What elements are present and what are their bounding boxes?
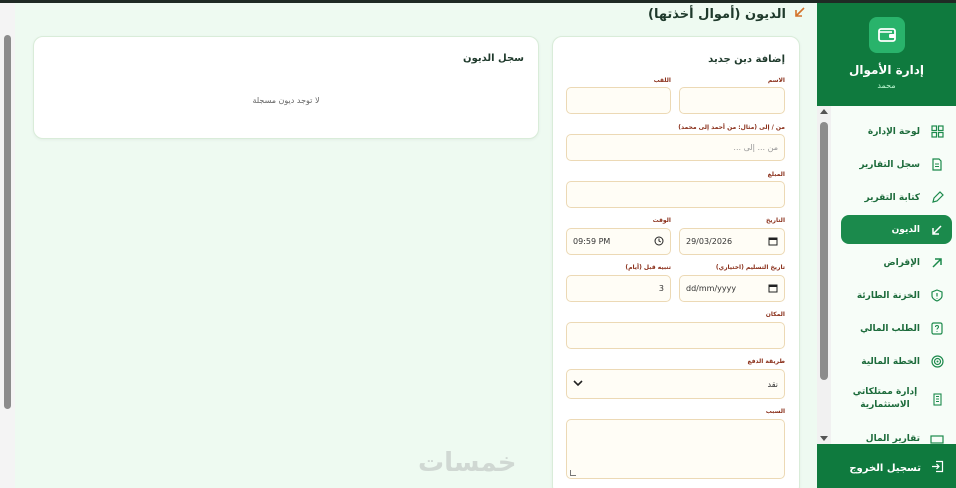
sidebar-scrollbar[interactable] [817, 106, 831, 444]
sidebar-item-label: الديون [891, 224, 920, 235]
page-title-text: الديون (أموال أخذتها) [648, 6, 786, 22]
page-title: الديون (أموال أخذتها) [648, 6, 806, 22]
date-value: 29/03/2026 [686, 237, 733, 246]
sidebar-item-lending[interactable]: الإقراض [841, 248, 952, 277]
remind-days-input[interactable]: 3 [566, 275, 671, 302]
scroll-up-icon[interactable] [820, 109, 828, 114]
page-scrollbar[interactable] [0, 3, 15, 488]
logout-button[interactable]: تسجيل الخروج [817, 448, 956, 488]
sidebar-item-label: لوحة الإدارة [867, 126, 920, 137]
from-to-placeholder: من ... إلى ... [733, 143, 778, 152]
sidebar-item-write-report[interactable]: كتابة التقرير [841, 183, 952, 212]
logout-label: تسجيل الخروج [849, 462, 921, 474]
sidebar-item-money-reports[interactable]: تقارير المال [841, 424, 952, 444]
date-label: التاريخ [765, 217, 785, 224]
time-input[interactable]: 09:59 PM [566, 228, 671, 255]
sidebar-item-dashboard[interactable]: لوحة الإدارة [841, 117, 952, 146]
date-input[interactable]: 29/03/2026 [679, 228, 785, 255]
payment-method-value: نقد [767, 379, 778, 389]
user-name: محمد [877, 81, 896, 90]
add-debt-form: إضافة دين جديد الاسم اللقب من / إلى (مثا… [552, 36, 800, 488]
sidebar-item-financial-request[interactable]: الطلب المالي [841, 314, 952, 343]
remind-label: تنبيه قبل (أيام) [625, 264, 671, 271]
place-label: المكان [765, 311, 785, 318]
time-value: 09:59 PM [573, 237, 611, 246]
payment-method-select[interactable]: نقد [566, 369, 785, 399]
dashboard-icon [930, 125, 944, 139]
building-icon [930, 392, 944, 406]
cash-icon [930, 432, 944, 445]
question-icon [930, 322, 944, 336]
sidebar-item-emergency-fund[interactable]: الخزنة الطارئة [841, 281, 952, 310]
wallet-icon [868, 17, 905, 53]
page-scrollbar-thumb[interactable] [4, 35, 11, 409]
resize-handle[interactable] [570, 470, 576, 476]
sidebar-scrollbar-thumb[interactable] [820, 122, 828, 380]
arrow-down-left-icon [794, 6, 806, 22]
debt-log-card: سجل الديون لا توجد ديون مسجلة [33, 36, 539, 139]
place-input[interactable] [566, 322, 785, 349]
sidebar-item-label: الخزنة الطارئة [856, 290, 920, 301]
sidebar-item-debts[interactable]: الديون [841, 215, 952, 244]
arrow-down-left-icon [930, 223, 944, 237]
logout-icon [931, 460, 944, 476]
empty-state-text: لا توجد ديون مسجلة [252, 96, 320, 105]
payment-method-label: طريقة الدفع [747, 358, 786, 365]
sidebar-item-label: إدارة ممتلكاتي الاستثمارية [852, 387, 918, 410]
amount-label: المبلغ [767, 171, 785, 178]
watermark-logo: خمسات [418, 448, 517, 478]
app-title: إدارة الأموال [848, 63, 925, 77]
calendar-icon[interactable] [768, 283, 778, 295]
sidebar: إدارة الأموال محمد لوحة الإدارة سجل التق… [817, 3, 956, 488]
from-to-label: من / إلى (مثال: من أحمد إلى محمد) [678, 124, 785, 131]
reason-textarea[interactable] [566, 419, 785, 479]
pen-icon [930, 191, 944, 205]
sidebar-item-label: الطلب المالي [860, 323, 920, 334]
sidebar-header: إدارة الأموال محمد [817, 3, 956, 105]
amount-input[interactable] [566, 181, 785, 208]
chevron-down-icon [573, 379, 583, 389]
clock-icon[interactable] [654, 236, 664, 248]
sidebar-item-investments[interactable]: إدارة ممتلكاتي الاستثمارية [841, 380, 952, 418]
scroll-down-icon[interactable] [820, 436, 828, 441]
sidebar-item-label: الإقراض [883, 257, 920, 268]
sidebar-menu: لوحة الإدارة سجل التقارير كتابة التقرير … [817, 106, 956, 444]
sidebar-item-reports-log[interactable]: سجل التقارير [841, 150, 952, 179]
calendar-icon[interactable] [768, 236, 778, 248]
form-title: إضافة دين جديد [708, 54, 785, 65]
sidebar-item-label: تقارير المال [865, 433, 920, 444]
document-icon [930, 158, 944, 172]
window-top-border [0, 0, 956, 3]
shield-icon [930, 289, 944, 303]
name-input[interactable] [679, 87, 785, 114]
target-icon [930, 355, 944, 369]
delivery-date-input[interactable]: dd/mm/yyyy [679, 275, 785, 302]
debt-log-title: سجل الديون [463, 53, 524, 64]
surname-input[interactable] [566, 87, 671, 114]
remind-days-value: 3 [658, 284, 664, 293]
arrow-up-right-icon [930, 256, 944, 270]
sidebar-item-label: الخطة المالية [861, 356, 920, 367]
sidebar-item-label: كتابة التقرير [864, 192, 920, 203]
sidebar-item-label: سجل التقارير [859, 159, 920, 170]
sidebar-item-financial-plan[interactable]: الخطة المالية [841, 347, 952, 376]
time-label: الوقت [652, 217, 671, 224]
reason-label: السبب [765, 408, 785, 415]
from-to-input[interactable]: من ... إلى ... [566, 134, 785, 161]
surname-label: اللقب [653, 77, 671, 84]
name-label: الاسم [767, 77, 785, 84]
delivery-date-placeholder: dd/mm/yyyy [686, 284, 737, 293]
delivery-date-label: تاريخ التسليم (اختياري) [715, 264, 785, 271]
